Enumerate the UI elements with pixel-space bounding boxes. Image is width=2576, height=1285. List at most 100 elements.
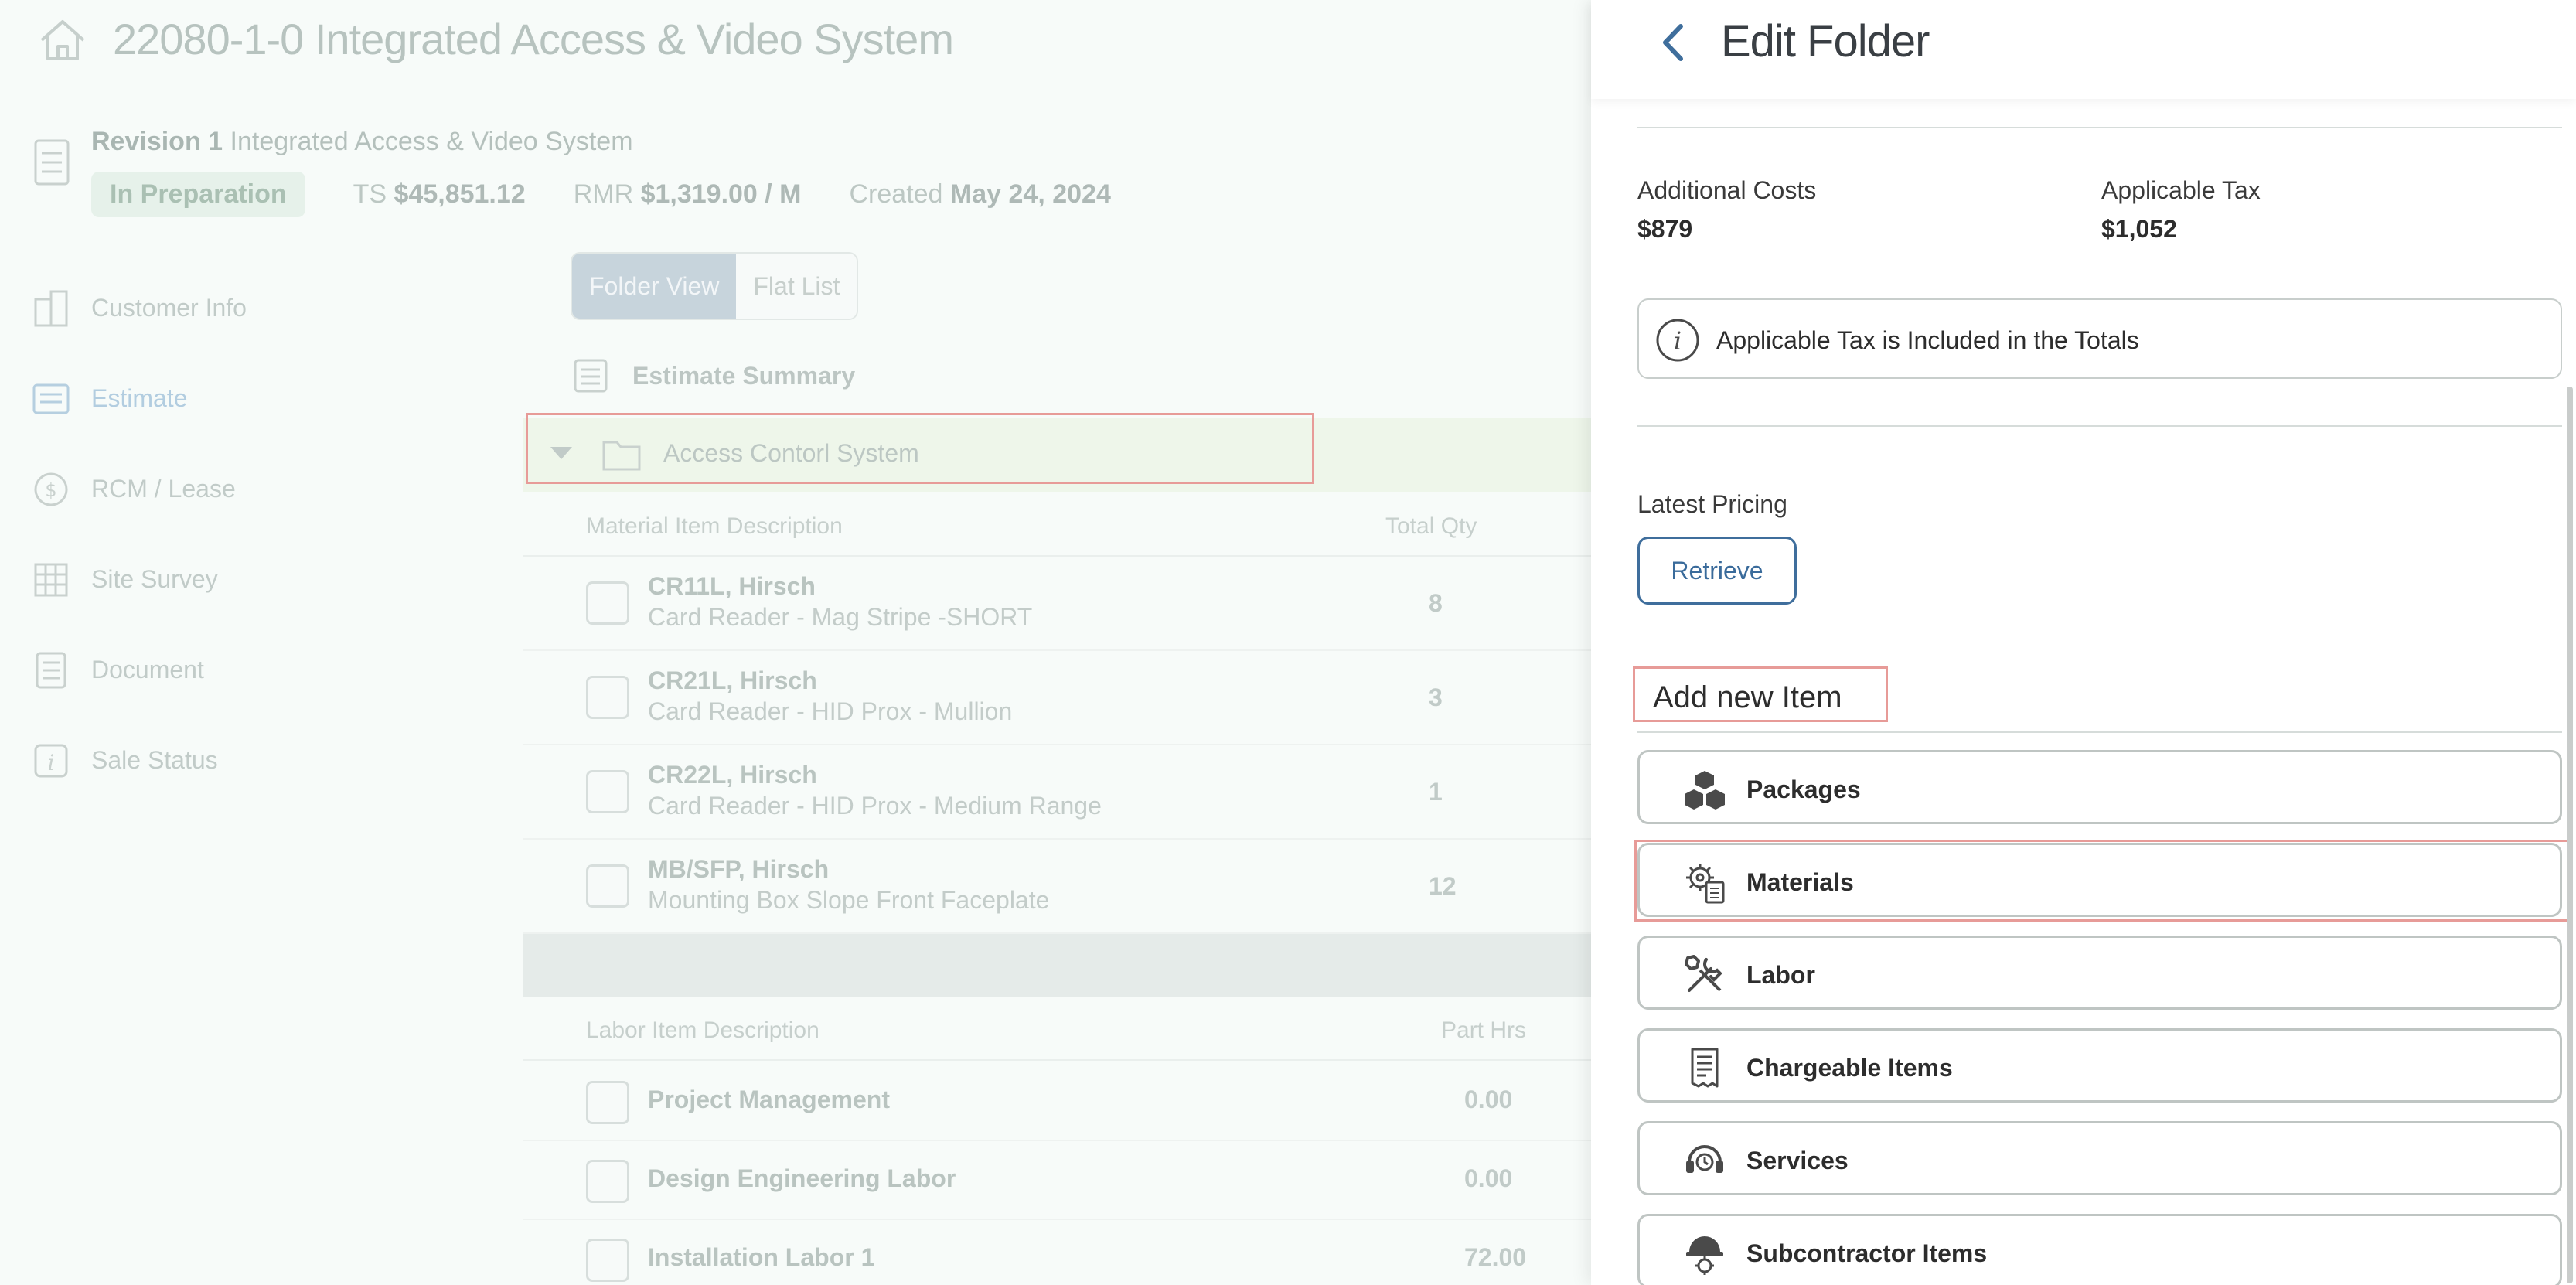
estimate-icon bbox=[32, 383, 70, 414]
item-name: Installation Labor 1 bbox=[648, 1243, 875, 1271]
item-description: Card Reader - HID Prox - Mullion bbox=[648, 697, 1013, 725]
sidebar-item-label: Document bbox=[91, 656, 204, 683]
headset-icon bbox=[1686, 1145, 1723, 1173]
column-header-qty: Total Qty bbox=[1385, 513, 1477, 539]
item-description: Card Reader - Mag Stripe -SHORT bbox=[648, 603, 1033, 631]
packages-button[interactable]: Packages bbox=[1637, 750, 2562, 824]
material-item-icon bbox=[586, 770, 629, 813]
item-hrs: 0.00 bbox=[1464, 1086, 1513, 1113]
table-row[interactable]: MB/SFP, Hirsch Mounting Box Slope Front … bbox=[523, 840, 1593, 934]
item-qty: 12 bbox=[1429, 872, 1457, 900]
material-item-icon bbox=[586, 864, 629, 908]
revision-line: Revision 1 Integrated Access & Video Sys… bbox=[91, 127, 633, 157]
applicable-tax-value: $1,052 bbox=[2101, 215, 2177, 243]
subcontractor-items-label: Subcontractor Items bbox=[1746, 1239, 1988, 1267]
revision-name: Integrated Access & Video System bbox=[230, 127, 633, 156]
dollar-cycle-icon: $ bbox=[34, 472, 68, 506]
status-badge: In Preparation bbox=[91, 172, 305, 217]
item-name: MB/SFP, Hirsch bbox=[648, 855, 830, 883]
rmr-total: RMR $1,319.00 / M bbox=[573, 179, 802, 209]
grid-icon bbox=[34, 563, 68, 596]
hardhat-icon bbox=[1686, 1236, 1723, 1275]
revision-label: Revision 1 bbox=[91, 127, 223, 156]
item-name: Project Management bbox=[648, 1086, 890, 1113]
labor-item-icon bbox=[586, 1081, 629, 1124]
tax-info-banner: i Applicable Tax is Included in the Tota… bbox=[1637, 298, 2562, 379]
subcontractor-items-button[interactable]: Subcontractor Items bbox=[1637, 1214, 2562, 1285]
chargeable-items-label: Chargeable Items bbox=[1746, 1054, 1953, 1082]
status-row: In Preparation TS $45,851.12 RMR $1,319.… bbox=[91, 172, 1111, 217]
item-description: Mounting Box Slope Front Faceplate bbox=[648, 886, 1050, 914]
svg-text:i: i bbox=[1674, 326, 1682, 356]
info-circle-icon: i bbox=[1656, 319, 1699, 362]
retrieve-button[interactable]: Retrieve bbox=[1637, 537, 1797, 605]
sidebar-item-label: Customer Info bbox=[91, 294, 247, 322]
tax-info-text: Applicable Tax is Included in the Totals bbox=[1716, 326, 2139, 354]
divider bbox=[1637, 127, 2562, 128]
labor-item-icon bbox=[586, 1239, 629, 1282]
labor-item-icon bbox=[586, 1160, 629, 1203]
annotation-highlight-materials bbox=[1634, 840, 2571, 922]
latest-pricing-label: Latest Pricing bbox=[1637, 490, 1787, 518]
edit-folder-panel: Edit Folder Additional Costs $879 Applic… bbox=[1591, 0, 2576, 1285]
created-date: Created May 24, 2024 bbox=[849, 179, 1111, 209]
column-header-hrs: Part Hrs bbox=[1441, 1017, 1527, 1043]
column-header-description: Labor Item Description bbox=[586, 1017, 819, 1043]
chargeable-items-button[interactable]: Chargeable Items bbox=[1637, 1028, 2562, 1103]
sidebar-item-estimate[interactable]: Estimate bbox=[0, 353, 294, 444]
tab-folder-view[interactable]: Folder View bbox=[572, 254, 737, 319]
sidebar-item-document[interactable]: Document bbox=[0, 625, 294, 715]
labor-table-header: Labor Item Description Part Hrs bbox=[523, 999, 1593, 1061]
table-row[interactable]: Installation Labor 1 72.00 bbox=[523, 1220, 1593, 1285]
boxes-icon bbox=[1685, 771, 1725, 810]
packages-label: Packages bbox=[1746, 775, 1861, 803]
sidebar-item-site-survey[interactable]: Site Survey bbox=[0, 534, 294, 625]
item-hrs: 0.00 bbox=[1464, 1164, 1513, 1192]
panel-scrollbar[interactable] bbox=[2567, 387, 2573, 1283]
background-app: 22080-1-0 Integrated Access & Video Syst… bbox=[0, 0, 1593, 1285]
table-row[interactable]: CR11L, Hirsch Card Reader - Mag Stripe -… bbox=[523, 557, 1593, 651]
building-icon bbox=[34, 290, 68, 326]
item-hrs: 72.00 bbox=[1464, 1243, 1527, 1271]
sidebar-item-label: Sale Status bbox=[91, 746, 218, 774]
table-row[interactable]: CR22L, Hirsch Card Reader - HID Prox - M… bbox=[523, 745, 1593, 840]
page-title: 22080-1-0 Integrated Access & Video Syst… bbox=[113, 15, 954, 63]
additional-costs-label: Additional Costs bbox=[1637, 176, 1817, 204]
labor-label: Labor bbox=[1746, 961, 1815, 989]
home-icon[interactable] bbox=[37, 17, 88, 63]
additional-costs-value: $879 bbox=[1637, 215, 1693, 243]
annotation-highlight-folder bbox=[526, 413, 1314, 484]
item-qty: 3 bbox=[1429, 683, 1443, 711]
sidebar-item-label: Site Survey bbox=[91, 565, 218, 593]
applicable-tax-label: Applicable Tax bbox=[2101, 176, 2261, 204]
table-row[interactable]: CR21L, Hirsch Card Reader - HID Prox - M… bbox=[523, 651, 1593, 745]
app-header: 22080-1-0 Integrated Access & Video Syst… bbox=[0, 0, 1593, 87]
item-name: CR22L, Hirsch bbox=[648, 761, 817, 789]
receipt-icon bbox=[1691, 1048, 1719, 1088]
svg-text:$: $ bbox=[45, 479, 56, 501]
info-icon: i bbox=[34, 744, 68, 777]
item-name: Design Engineering Labor bbox=[648, 1164, 956, 1192]
column-header-description: Material Item Description bbox=[586, 513, 843, 539]
material-item-icon bbox=[586, 581, 629, 625]
tools-icon bbox=[1685, 955, 1722, 992]
material-item-icon bbox=[586, 676, 629, 719]
sidebar-item-label: RCM / Lease bbox=[91, 475, 236, 503]
item-qty: 8 bbox=[1429, 589, 1443, 617]
divider bbox=[1637, 731, 2562, 733]
document-icon bbox=[36, 652, 66, 688]
sidebar-item-sale-status[interactable]: i Sale Status bbox=[0, 715, 294, 806]
table-row[interactable]: Design Engineering Labor 0.00 bbox=[523, 1141, 1593, 1220]
sidebar-item-customer-info[interactable]: Customer Info bbox=[0, 263, 294, 353]
item-description: Card Reader - HID Prox - Medium Range bbox=[648, 792, 1102, 820]
chevron-left-icon[interactable] bbox=[1658, 23, 1688, 62]
sidebar-item-rcm-lease[interactable]: $ RCM / Lease bbox=[0, 444, 294, 534]
estimate-summary-row[interactable]: Estimate Summary bbox=[571, 356, 855, 396]
sidebar-item-label: Estimate bbox=[91, 384, 188, 412]
services-button[interactable]: Services bbox=[1637, 1121, 2562, 1195]
materials-table-header: Material Item Description Total Qty bbox=[523, 495, 1593, 557]
labor-button[interactable]: Labor bbox=[1637, 936, 2562, 1010]
table-row[interactable]: Project Management 0.00 bbox=[523, 1062, 1593, 1141]
tab-flat-list[interactable]: Flat List bbox=[736, 254, 857, 319]
list-icon bbox=[574, 359, 608, 393]
